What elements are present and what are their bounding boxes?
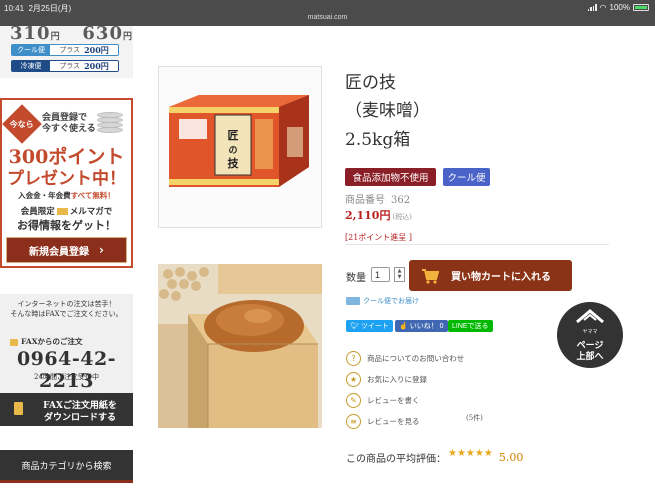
shipping-fee-box: 310円 630円 クール便 プラス 200円 冷凍便 プラス 200円 [0,23,133,78]
product-inquiry-link[interactable]: ? 商品についてのお問い合わせ [346,350,464,366]
cool-shipping-row: クール便 プラス 200円 [11,44,119,56]
cool-label: クール便 [12,45,50,55]
wifi-icon: ◠ [599,3,607,12]
cool-delivery-link[interactable]: クール便でお届け [346,296,419,306]
brand-roof-icon [576,309,604,324]
promo-mail-line: 会員限定 メルマガで [20,207,113,217]
promo-fee-note: 入会金・年会費すべて無料！ [18,191,115,200]
battery-icon [633,4,649,11]
battery-percent: 100% [609,3,630,12]
status-indicators: ◠ 100% [587,3,649,12]
product-title-line3: 2.5kg箱 [345,130,411,150]
promo-present-headline: プレゼント中！ [7,169,126,189]
coin-stack-icon [97,112,125,134]
rating-value: 5.00 [498,451,524,464]
sidebar: 310円 630円 クール便 プラス 200円 冷凍便 プラス 200円 今なら 会… [0,23,133,491]
question-icon: ? [346,350,361,366]
star-icon: ★ [346,371,361,387]
frozen-label: 冷凍便 [12,61,50,71]
quantity-input[interactable] [371,267,390,282]
product-price: 2,110円 (税込) [345,209,412,222]
cart-icon [422,268,439,284]
fax-icon [10,338,18,346]
truck-icon [346,297,360,305]
promo-line2: 今すぐ使える [42,124,96,134]
product-title-line2: （麦味噌） [345,101,430,121]
signal-icon [587,4,597,11]
page-top-button[interactable]: ヤママ ページ 上部へ [557,302,623,368]
thumbs-up-icon: ☝ [399,323,408,330]
fax-intro-line1: インターネットの注文は苦手！ [17,300,116,308]
rating-stars: ★★★★★ [448,448,493,459]
category-search-button[interactable]: 商品カテゴリから検索 [0,450,133,483]
list-icon: ≡ [346,413,361,429]
fax-hours: 24時間ご注文受付中 [34,373,99,381]
fax-order-box: インターネットの注文は苦手！ そんな時はFAXでご注文ください。 FAXからのご… [0,294,133,426]
promo-badge: 今なら [2,104,42,144]
twitter-icon: 🐦︎ [350,323,359,330]
url-bar[interactable]: matsuai.com [0,14,655,21]
pencil-icon: ✎ [346,392,361,408]
review-count: (5件) [466,414,483,422]
mail-icon [56,208,68,215]
miso-box-illustration: 匠 の 技 [169,95,309,187]
shipping-price-fragment: 310円 630円 [10,23,133,44]
product-number: 商品番号 362 [345,195,411,206]
status-time-date: 10:41 2月25日(月) [4,3,71,14]
status-time: 10:41 [4,4,25,13]
product-image-box[interactable]: 匠 の 技 [158,66,322,228]
divider [345,244,609,245]
fax-number: 0964-42-2213 [16,348,117,392]
write-review-link[interactable]: ✎ レビューを書く [346,392,420,408]
svg-text:匠: 匠 [228,128,239,142]
quantity-stepper[interactable]: ▲ ▼ [394,267,405,282]
add-to-cart-button[interactable]: 買い物カートに入れる [409,260,572,291]
tweet-button[interactable]: 🐦︎ ツイート [346,320,393,332]
brand-label: ヤママ [582,329,598,335]
fax-form-download-button[interactable]: FAXご注文用紙を ダウンロードする [0,393,133,426]
chevron-right-icon: › [99,243,104,257]
product-image-miso[interactable] [158,264,322,428]
additive-free-badge: 食品添加物不使用 [345,168,436,186]
svg-text:の: の [228,145,237,156]
average-rating: この商品の平均評価： ★★★★★ 5.00 [346,448,524,465]
cool-delivery-badge: クール便 [443,168,490,186]
line-share-button[interactable]: LINEで送る [448,320,493,332]
view-reviews-link[interactable]: ≡ レビューを見る [346,413,420,429]
reward-points: [21ポイント進呈 ] [345,233,412,242]
miso-masu-illustration [158,264,322,428]
fax-heading: FAXからのご注文 [10,336,83,347]
product-title-line1: 匠の技 [345,73,396,93]
register-button[interactable]: 新規会員登録 › [6,237,127,263]
facebook-like-button[interactable]: ☝ いいね！ 0 [395,320,448,332]
frozen-shipping-row: 冷凍便 プラス 200円 [11,60,119,72]
fax-intro-line2: そんな時はFAXでご注文ください。 [10,310,123,318]
status-date: 2月25日(月) [28,4,72,13]
document-icon [14,402,23,415]
promo-mail-line2: お得情報をゲット！ [17,219,116,232]
add-favorite-link[interactable]: ★ お気に入りに登録 [346,371,427,387]
member-promo-banner[interactable]: 今なら 会員登録で 今すぐ使える 300ポイント プレゼント中！ 入会金・年会費… [0,98,133,268]
svg-text:技: 技 [228,156,240,170]
quantity-label: 数量 [346,273,366,284]
